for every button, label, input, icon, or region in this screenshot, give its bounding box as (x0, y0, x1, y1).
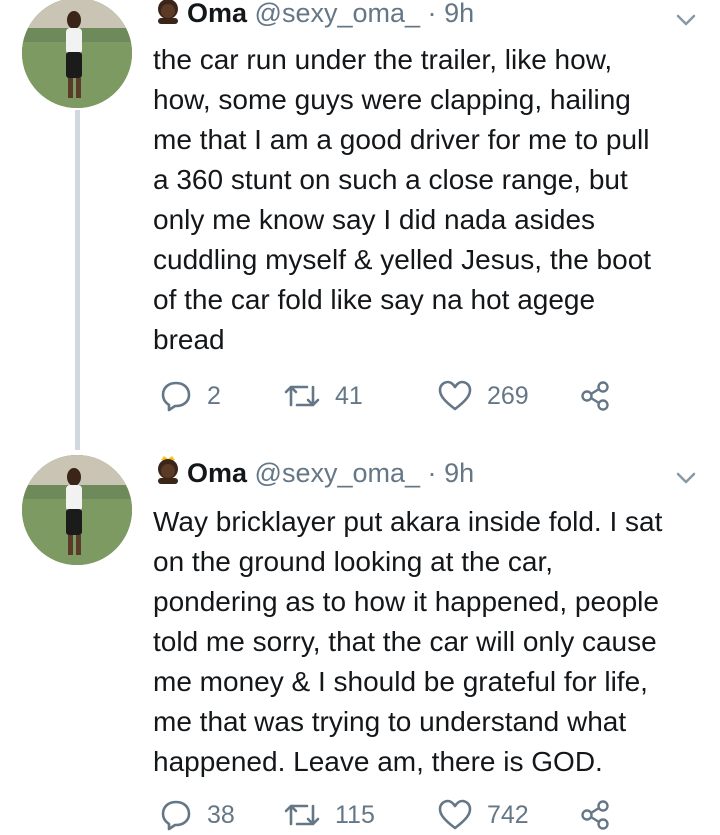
avatar[interactable] (22, 455, 132, 565)
text-line: on the ground looking at the car, (153, 546, 554, 577)
share-button[interactable] (579, 795, 611, 835)
chevron-down-icon[interactable] (672, 464, 700, 492)
like-button[interactable]: 269 (437, 376, 529, 416)
separator: · (427, 0, 437, 28)
heart-icon (437, 798, 473, 832)
tweet-actions: 38 115 742 (153, 795, 633, 835)
handle[interactable]: @sexy_oma_ (255, 0, 420, 28)
princess-emoji-icon (153, 0, 183, 32)
retweet-count: 115 (335, 800, 375, 829)
text-line: me that was trying to understand what (153, 706, 627, 737)
text-line: of the car fold like say na hot agege (153, 284, 596, 315)
display-name[interactable]: Oma (187, 0, 247, 28)
reply-button[interactable]: 38 (159, 795, 235, 835)
tweet-header: Oma @sexy_oma_ · 9h (153, 0, 474, 30)
retweet-count: 41 (335, 381, 363, 410)
timestamp[interactable]: 9h (444, 458, 474, 488)
tweet[interactable]: Oma @sexy_oma_ · 9h the car run under th… (0, 0, 720, 450)
tweet-header: Oma @sexy_oma_ · 9h (153, 454, 474, 492)
tweet-text: the car run under the trailer, like how,… (153, 40, 713, 360)
text-line: the car run under the trailer, like how, (153, 44, 613, 75)
text-line: Way bricklayer put akara inside fold. I … (153, 506, 663, 537)
separator: · (427, 458, 437, 488)
retweet-icon (283, 798, 321, 832)
text-line: bread (153, 324, 225, 355)
timestamp[interactable]: 9h (444, 0, 474, 28)
text-line: cuddling myself & yelled Jesus, the boot (153, 244, 652, 275)
retweet-button[interactable]: 41 (283, 376, 363, 416)
retweet-icon (283, 379, 321, 413)
text-line: me money & I should be grateful for life… (153, 666, 648, 697)
retweet-button[interactable]: 115 (283, 795, 375, 835)
text-line: told me sorry, that the car will only ca… (153, 626, 657, 657)
princess-emoji-icon (153, 454, 183, 492)
thread-connector (75, 110, 80, 450)
share-button[interactable] (579, 376, 611, 416)
like-count: 742 (487, 800, 529, 829)
share-icon (579, 380, 611, 412)
text-line: happened. Leave am, there is GOD. (153, 746, 603, 777)
like-button[interactable]: 742 (437, 795, 529, 835)
tweet-text: Way bricklayer put akara inside fold. I … (153, 502, 713, 782)
tweet[interactable]: Oma @sexy_oma_ · 9h Way bricklayer put a… (0, 450, 720, 835)
text-line: only me know say I did nada asides (153, 204, 596, 235)
text-line: me that I am a good driver for me to pul… (153, 124, 650, 155)
tweet-actions: 2 41 269 (153, 376, 633, 416)
share-icon (579, 799, 611, 831)
reply-count: 38 (207, 800, 235, 829)
display-name[interactable]: Oma (187, 458, 247, 488)
reply-button[interactable]: 2 (159, 376, 221, 416)
reply-count: 2 (207, 381, 221, 410)
text-line: pondering as to how it happened, people (153, 586, 659, 617)
avatar[interactable] (22, 0, 132, 108)
like-count: 269 (487, 381, 529, 410)
heart-icon (437, 379, 473, 413)
reply-icon (159, 798, 193, 832)
chevron-down-icon[interactable] (672, 6, 700, 34)
handle[interactable]: @sexy_oma_ (255, 458, 420, 488)
text-line: a 360 stunt on such a close range, but (153, 164, 628, 195)
text-line: how, some guys were clapping, hailing (153, 84, 631, 115)
reply-icon (159, 379, 193, 413)
